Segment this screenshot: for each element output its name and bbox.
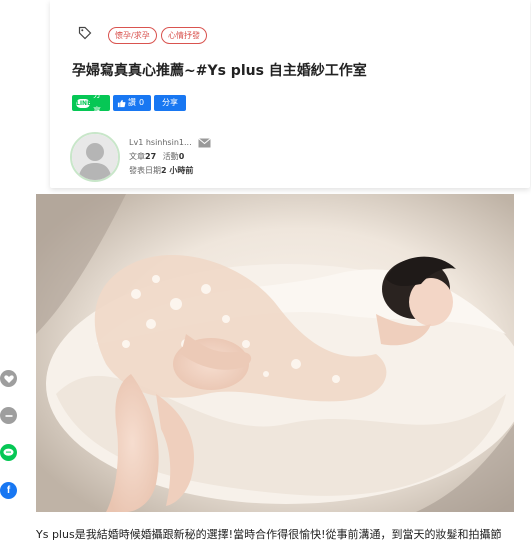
page-title: 孕婦寫真真心推薦~#Ys plus 自主婚紗工作室 xyxy=(72,63,367,79)
published-label: 發表日期 xyxy=(129,166,161,175)
avatar[interactable] xyxy=(70,132,120,182)
posts-label: 文章 xyxy=(129,152,145,161)
facebook-share-label: 分享 xyxy=(162,98,178,107)
user-silhouette-icon xyxy=(72,134,118,180)
facebook-side-share-button[interactable]: f xyxy=(0,482,17,499)
posts-count: 27 xyxy=(145,152,157,161)
tag-pregnancy[interactable]: 懷孕/求孕 xyxy=(108,27,157,44)
like-label: 讚 xyxy=(128,98,136,107)
author-level: Lv1 xyxy=(129,138,144,147)
facebook-like-button[interactable]: 讚 0 xyxy=(113,95,151,111)
line-share-label: 分享 xyxy=(93,90,101,115)
tag-icon xyxy=(78,26,92,40)
facebook-icon: f xyxy=(6,485,11,496)
share-bar: LINE 分享 讚 0 分享 xyxy=(72,90,186,115)
post-photo xyxy=(36,194,514,512)
line-icon: LINE xyxy=(76,98,92,108)
author-name[interactable]: hsinhsin1... xyxy=(146,138,192,147)
minus-icon xyxy=(5,414,12,417)
thumbs-up-icon xyxy=(117,99,126,107)
activity-label: 活動 xyxy=(162,152,179,161)
tag-mood[interactable]: 心情抒發 xyxy=(161,27,207,44)
heart-icon xyxy=(3,374,14,383)
mail-icon[interactable] xyxy=(198,138,211,148)
line-share-button[interactable]: LINE 分享 xyxy=(72,90,110,115)
block-button[interactable] xyxy=(0,407,17,424)
line-side-share-button[interactable] xyxy=(0,444,17,461)
post-header-card: 懷孕/求孕 心情抒發 孕婦寫真真心推薦~#Ys plus 自主婚紗工作室 LIN… xyxy=(50,0,530,188)
author-meta: Lv1 hsinhsin1... 文章27 活動0 發表日期2 小時前 xyxy=(129,136,193,178)
line-chat-icon xyxy=(3,448,14,456)
facebook-share-button[interactable]: 分享 xyxy=(154,95,186,111)
like-count: 0 xyxy=(139,98,145,107)
maternity-photo-illustration xyxy=(36,194,514,512)
favorite-button[interactable] xyxy=(0,370,17,387)
activity-count: 0 xyxy=(178,152,185,161)
published-time: 2 小時前 xyxy=(161,166,194,175)
